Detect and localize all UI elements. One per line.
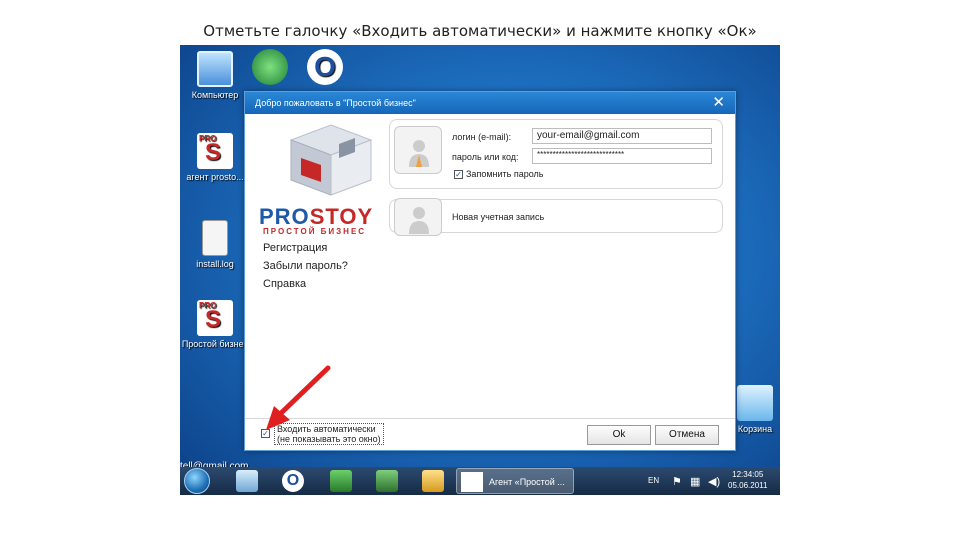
new-user-avatar [394,198,442,236]
red-arrow-icon [266,365,331,430]
opera-icon: O [307,49,343,85]
login-label: логин (e-mail): [452,132,512,142]
prostoy-agent-icon [197,133,233,169]
logo-cube-icon [289,124,373,196]
desktop-icon-prostoy-agent[interactable]: агент prosto... [180,133,250,182]
password-field[interactable]: **************************** [532,148,712,164]
link-registration[interactable]: Регистрация [263,242,348,254]
dialog-title: Добро пожаловать в "Простой бизнес" [255,98,416,108]
file-icon [202,220,228,256]
prostoy-business-icon [197,300,233,336]
user-avatar-icon [409,140,429,167]
desktop-icon-label: агент prosto... [186,172,244,182]
flag-icon[interactable]: ⚑ [672,475,682,488]
new-account-label: Новая учетная запись [452,212,545,222]
dialog-titlebar: Добро пожаловать в "Простой бизнес" ✕ [245,92,735,114]
taskbar-task-label: Агент «Простой ... [489,477,565,487]
network-icon [252,49,288,85]
taskbar: O Агент «Простой ... EN ⚑ ▦ ◀) 12:34:05 … [180,467,780,495]
logo-pro: PRO [259,204,310,229]
taskbar-explorer-icon[interactable] [236,470,258,492]
language-indicator[interactable]: EN [648,476,659,485]
clock-time: 12:34:05 [732,470,764,479]
taskbar-folder-icon[interactable] [422,470,444,492]
clock-date: 05.06.2011 [728,481,768,490]
logo-stoy: STOY [309,204,374,229]
desktop-icon-label: install.log [196,259,234,269]
network-tray-icon[interactable]: ▦ [690,475,700,488]
volume-icon[interactable]: ◀) [708,475,720,488]
close-icon[interactable]: ✕ [712,92,725,114]
desktop-icon-prostoy-business[interactable]: Простой бизнес [180,300,250,349]
taskbar-app-icon[interactable] [376,470,398,492]
remember-password-label: Запомнить пароль [466,169,544,179]
ok-button[interactable]: Ok [587,425,651,445]
link-forgot-password[interactable]: Забыли пароль? [263,260,348,272]
login-card: логин (e-mail): your-email@gmail.com пар… [389,119,723,189]
link-help[interactable]: Справка [263,278,348,290]
desktop-icon-label: Простой бизнес [181,339,249,349]
user-avatar-icon [409,207,429,234]
login-field[interactable]: your-email@gmail.com [532,128,712,144]
desktop-icon-label: Компьютер [191,90,239,100]
remember-password-checkbox[interactable]: ✓ [454,170,463,179]
start-button[interactable] [184,468,210,494]
desktop-icon-opera[interactable]: O [290,49,360,88]
user-avatar [394,126,442,174]
side-links: Регистрация Забыли пароль? Справка [263,242,348,296]
recycle-bin-icon [737,385,773,421]
slide-caption: Отметьте галочку «Входить автоматически»… [203,22,757,40]
computer-icon [197,51,233,87]
password-label: пароль или код: [452,152,519,162]
prostoy-task-icon [461,472,483,492]
clock[interactable]: 12:34:05 05.06.2011 [728,469,767,491]
desktop-icon-label: Корзина [737,424,773,434]
taskbar-opera-icon[interactable]: O [282,470,304,492]
desktop-icon-install-log[interactable]: install.log [180,220,250,269]
new-account-card[interactable]: Новая учетная запись [389,198,723,236]
taskbar-task-prostoy[interactable]: Агент «Простой ... [456,468,574,494]
cancel-button[interactable]: Отмена [655,425,719,445]
logo-subtitle: ПРОСТОЙ БИЗНЕС [263,227,367,236]
taskbar-app-icon[interactable] [330,470,352,492]
